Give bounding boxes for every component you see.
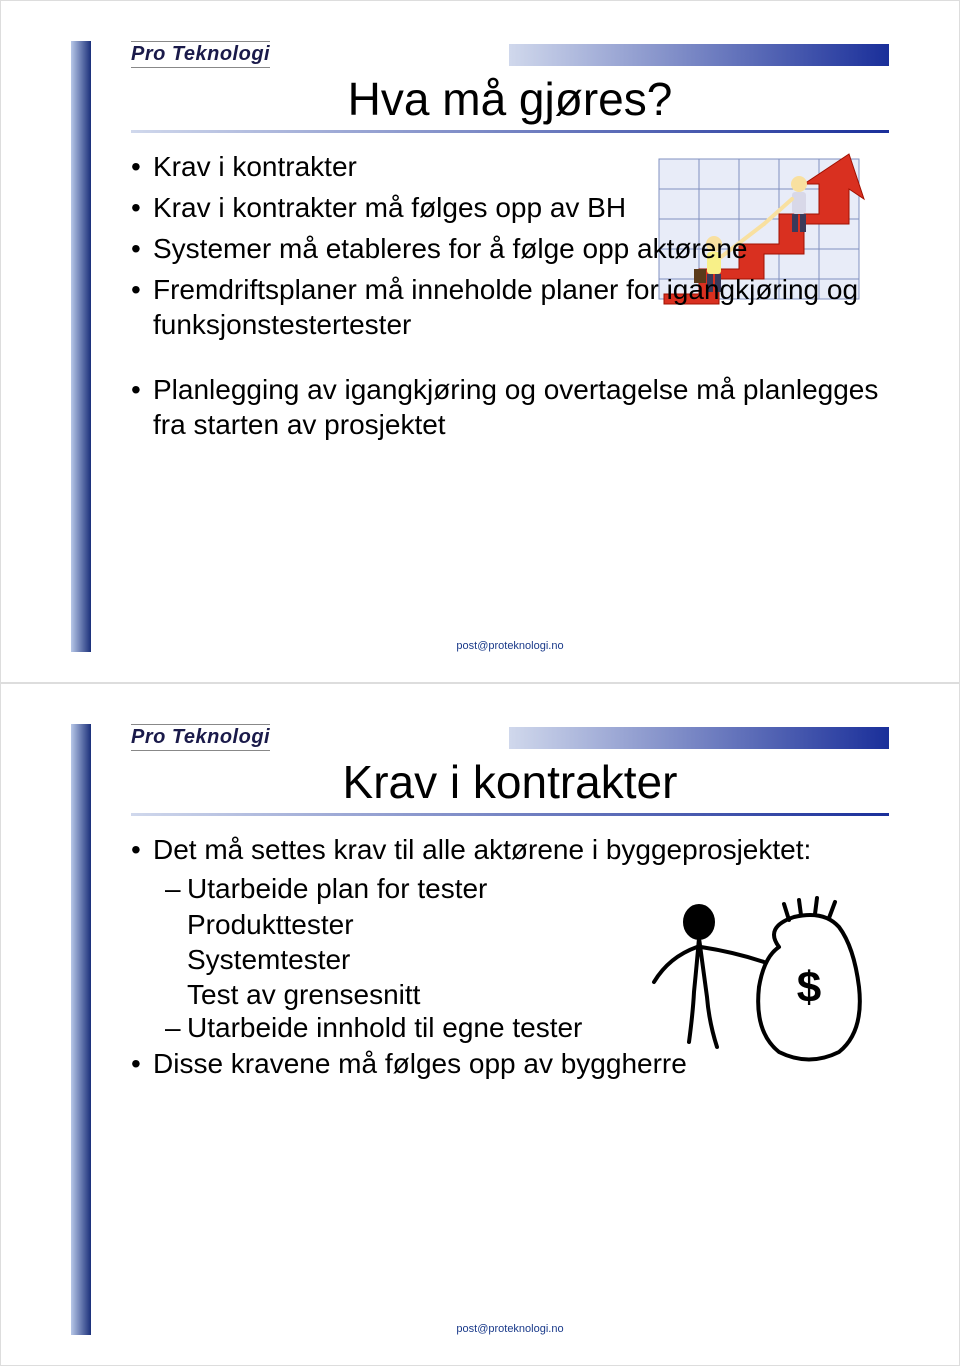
slide-2: Pro Teknologi Krav i kontrakter $ [0, 683, 960, 1366]
bullet-item: Disse kravene må følges opp av byggherre [131, 1046, 889, 1081]
sub-bullet-list: Utarbeide innhold til egne tester [131, 1012, 889, 1044]
footer-email: post@proteknologi.no [131, 640, 889, 652]
bullet-item: Krav i kontrakter må følges opp av BH [131, 190, 889, 225]
svg-text:$: $ [797, 963, 821, 1012]
header-row: Pro Teknologi [131, 41, 889, 68]
bullet-list: Disse kravene må følges opp av byggherre [131, 1046, 889, 1081]
slide-1: Pro Teknologi Hva må gjøres? [0, 0, 960, 683]
header-row: Pro Teknologi [131, 724, 889, 751]
sub-bullet-item: Utarbeide plan for tester [165, 873, 889, 905]
header-accent-bar [509, 727, 889, 749]
bullet-item: Krav i kontrakter [131, 149, 889, 184]
bullet-list: Det må settes krav til alle aktørene i b… [131, 832, 889, 867]
bullet-list: Krav i kontrakter Krav i kontrakter må f… [131, 149, 889, 342]
slide-title: Hva må gjøres? [131, 72, 889, 126]
vertical-accent-bar [71, 41, 91, 652]
title-underline [131, 130, 889, 133]
footer-email: post@proteknologi.no [131, 1323, 889, 1335]
bullet-item: Systemer må etableres for å følge opp ak… [131, 231, 889, 266]
slide-content: Krav i kontrakter Krav i kontrakter må f… [131, 149, 889, 640]
sub-bullet-list: Utarbeide plan for tester [131, 873, 889, 905]
slide-title: Krav i kontrakter [131, 755, 889, 809]
header-accent-bar [509, 44, 889, 66]
slide-content: $ Det må settes krav til alle aktørene i… [131, 832, 889, 1323]
bullet-item: Planlegging av igangkjøring og overtagel… [131, 372, 889, 442]
sub-bullet-item: Utarbeide innhold til egne tester [165, 1012, 889, 1044]
title-underline [131, 813, 889, 816]
slide-body: Pro Teknologi Krav i kontrakter $ [131, 724, 889, 1335]
slide-body: Pro Teknologi Hva må gjøres? [131, 41, 889, 652]
vertical-accent-bar [71, 724, 91, 1335]
bullet-item: Fremdriftsplaner må inneholde planer for… [131, 272, 889, 342]
bullet-list-2: Planlegging av igangkjøring og overtagel… [131, 372, 889, 442]
logo-text: Pro Teknologi [131, 41, 270, 68]
logo-text: Pro Teknologi [131, 724, 270, 751]
bullet-item: Det må settes krav til alle aktørene i b… [131, 832, 889, 867]
